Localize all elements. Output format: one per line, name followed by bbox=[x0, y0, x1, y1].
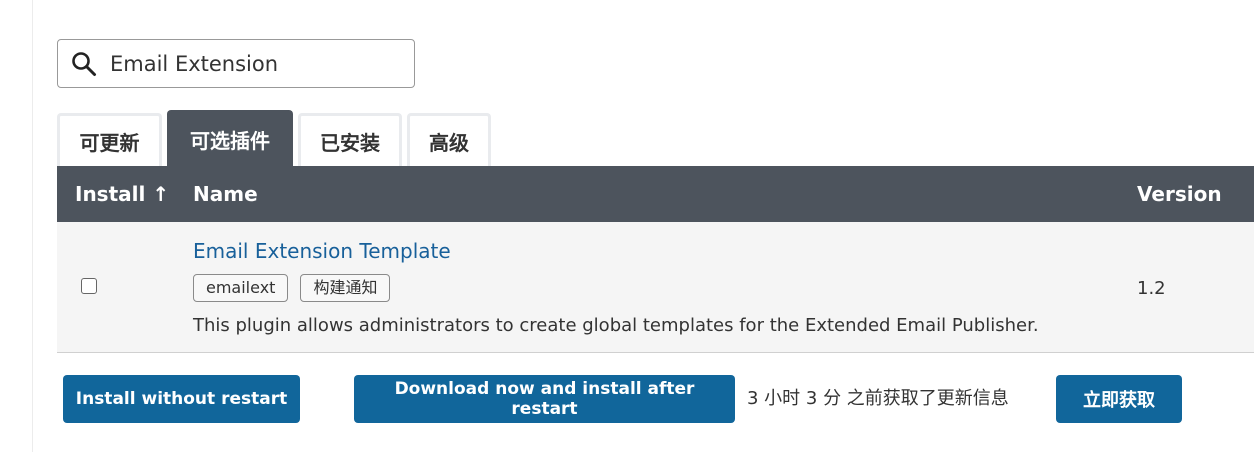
tab-updates[interactable]: 可更新 bbox=[57, 113, 162, 166]
plugin-table-header: Install ↑ Name Version bbox=[57, 166, 1254, 222]
column-header-name[interactable]: Name bbox=[193, 166, 258, 222]
install-checkbox[interactable] bbox=[81, 278, 97, 294]
tab-advanced[interactable]: 高级 bbox=[407, 113, 491, 166]
table-row: Email Extension Template emailext 构建通知 T… bbox=[57, 222, 1254, 353]
plugin-tabs: 可更新 可选插件 已安装 高级 bbox=[57, 110, 496, 166]
search-icon bbox=[69, 49, 99, 79]
plugin-manager-page: 可更新 可选插件 已安装 高级 Install ↑ Name Version E… bbox=[0, 0, 1254, 452]
fetch-now-button[interactable]: 立即获取 bbox=[1056, 375, 1182, 423]
tab-installed[interactable]: 已安装 bbox=[298, 113, 402, 166]
install-without-restart-button[interactable]: Install without restart bbox=[63, 375, 300, 423]
column-header-version[interactable]: Version bbox=[1137, 166, 1222, 222]
plugin-labels: emailext 构建通知 bbox=[193, 274, 402, 302]
tab-available[interactable]: 可选插件 bbox=[167, 110, 293, 166]
update-status-text: 3 小时 3 分 之前获取了更新信息 bbox=[747, 388, 1009, 409]
plugin-version: 1.2 bbox=[1137, 278, 1166, 299]
plugin-search-box[interactable] bbox=[57, 39, 415, 88]
plugin-name-link[interactable]: Email Extension Template bbox=[193, 239, 451, 263]
left-divider bbox=[32, 0, 33, 452]
plugin-label-tag[interactable]: emailext bbox=[193, 274, 289, 302]
column-header-install[interactable]: Install ↑ bbox=[75, 166, 169, 222]
download-install-after-restart-button[interactable]: Download now and install after restart bbox=[354, 375, 735, 423]
plugin-description: This plugin allows administrators to cre… bbox=[193, 315, 1039, 336]
plugin-label-tag[interactable]: 构建通知 bbox=[300, 274, 391, 302]
search-input[interactable] bbox=[110, 51, 390, 76]
